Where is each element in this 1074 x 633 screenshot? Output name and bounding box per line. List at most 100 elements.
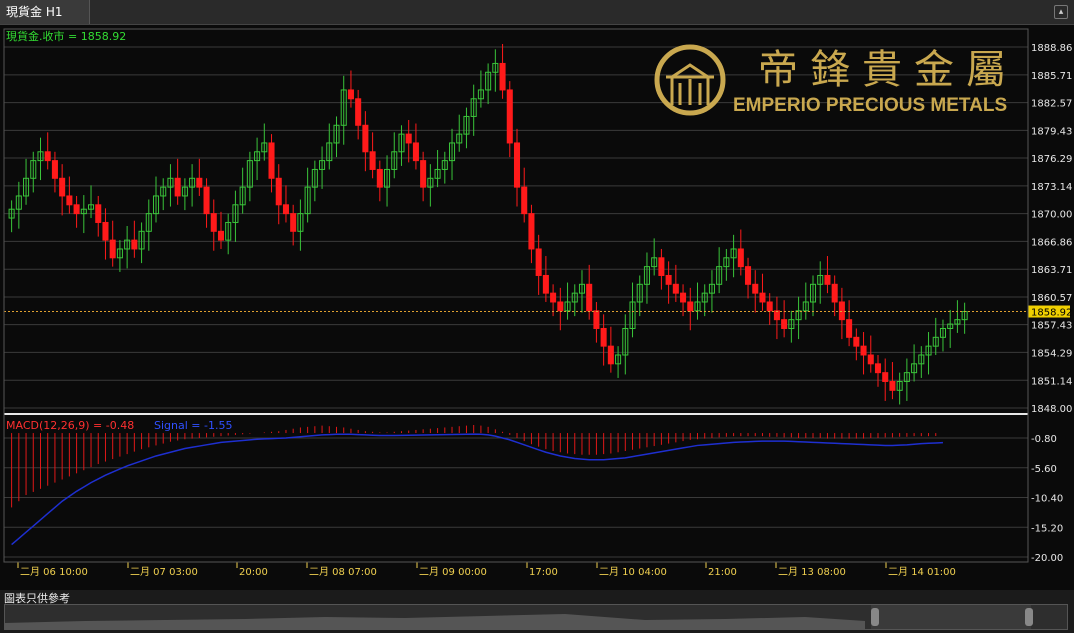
- candle-body: [44, 151, 51, 162]
- candle-body: [550, 292, 557, 303]
- candle-body: [528, 213, 535, 250]
- candle-body: [506, 89, 513, 144]
- price-legend: 現貨金.收市 = 1858.92: [6, 29, 126, 43]
- candle-body: [658, 257, 665, 276]
- candle-body: [203, 186, 210, 215]
- macd-tick-label: -15.20: [1031, 523, 1063, 534]
- candle-body: [824, 274, 831, 285]
- candle-body: [196, 177, 203, 188]
- navigator-right-handle[interactable]: [1025, 608, 1033, 626]
- candle-body: [282, 204, 289, 215]
- candle-body: [174, 177, 181, 197]
- price-tick-label: 1870.00: [1031, 210, 1072, 221]
- time-tick-label: 二月 14 01:00: [888, 566, 956, 578]
- candle-body: [874, 363, 882, 374]
- candle-body: [752, 283, 759, 294]
- chart-navigator[interactable]: [4, 604, 1068, 630]
- candle-body: [405, 133, 412, 144]
- price-tick-label: 1851.14: [1031, 376, 1072, 387]
- candle-body: [860, 345, 867, 356]
- navigator-left-handle[interactable]: [871, 608, 879, 626]
- time-tick-label: 二月 09 00:00: [419, 566, 487, 578]
- candle-body: [853, 336, 860, 347]
- candle-body: [607, 345, 614, 365]
- candle-body: [867, 354, 874, 365]
- price-tick-label: 1848.00: [1031, 404, 1072, 415]
- candle-body: [759, 292, 766, 303]
- candle-body: [51, 160, 58, 179]
- candle-body: [210, 213, 217, 232]
- candle-body: [672, 283, 679, 294]
- candle-body: [781, 319, 788, 329]
- candle-body: [557, 301, 564, 312]
- candle-body: [600, 327, 607, 347]
- price-tick-label: 1873.14: [1031, 182, 1072, 193]
- time-tick-label: 二月 10 04:00: [599, 566, 667, 578]
- candle-body: [499, 62, 506, 91]
- candle-body: [131, 239, 138, 250]
- candle-body: [513, 142, 521, 188]
- candle-body: [687, 301, 694, 312]
- candle-body: [535, 248, 542, 276]
- candle-body: [593, 310, 600, 329]
- chart-tab[interactable]: 現貨金 H1: [0, 0, 90, 24]
- chevron-up-icon[interactable]: ▴: [1054, 5, 1068, 19]
- candle-body: [268, 142, 275, 179]
- candle-body: [521, 186, 528, 215]
- candle-body: [586, 283, 593, 312]
- signal-legend: Signal = -1.55: [154, 419, 232, 432]
- time-tick-label: 21:00: [708, 567, 737, 578]
- candle-body: [542, 274, 549, 294]
- candle-body: [102, 221, 109, 241]
- candle-body: [355, 98, 362, 126]
- logo-english: EMPERIO PRECIOUS METALS: [733, 95, 1007, 116]
- macd-tick-label: -10.40: [1031, 494, 1063, 505]
- price-tick-label: 1885.71: [1031, 71, 1072, 82]
- time-tick-label: 二月 06 10:00: [20, 566, 88, 578]
- time-tick-label: 20:00: [239, 567, 268, 578]
- time-tick-label: 17:00: [529, 567, 558, 578]
- price-tick-label: 1882.57: [1031, 99, 1072, 110]
- macd-legend: MACD(12,26,9) = -0.48: [6, 419, 134, 432]
- candle-body: [275, 177, 282, 206]
- candle-body: [369, 151, 376, 170]
- macd-tick-label: -20.00: [1031, 553, 1063, 564]
- price-tick-label: 1876.29: [1031, 154, 1072, 165]
- candle-body: [376, 168, 383, 188]
- chart-area[interactable]: 1888.86 1885.71 1882.57 1879.43 1876.29 1873.…: [0, 25, 1074, 590]
- candle-body: [217, 230, 225, 241]
- candle-body: [737, 248, 744, 268]
- price-tick-label: 1854.29: [1031, 348, 1072, 359]
- candle-body: [831, 283, 838, 303]
- candle-body: [846, 319, 853, 338]
- candle-body: [362, 124, 369, 153]
- candle-body: [109, 239, 116, 259]
- price-tick-label: 1879.43: [1031, 126, 1072, 137]
- candle-body: [66, 195, 73, 206]
- logo-chinese: 帝鋒貴金屬: [758, 47, 1018, 93]
- candle-body: [889, 380, 896, 391]
- candle-body: [412, 142, 419, 162]
- candle-body: [680, 292, 687, 303]
- current-price-label: 1858.92: [1031, 308, 1072, 319]
- candle-body: [745, 266, 752, 285]
- time-tick-label: 二月 07 03:00: [130, 566, 198, 578]
- macd-tick-label: -5.60: [1031, 464, 1057, 475]
- candle-body: [838, 301, 845, 321]
- candle-body: [420, 160, 427, 188]
- candle-body: [766, 301, 773, 312]
- candle-body: [347, 89, 354, 100]
- candle-body: [882, 372, 889, 382]
- candle-body: [95, 204, 102, 223]
- candle-body: [290, 213, 297, 232]
- time-tick-label: 二月 13 08:00: [778, 566, 846, 578]
- price-tick-label: 1866.86: [1031, 237, 1072, 248]
- price-tick-label: 1860.57: [1031, 293, 1072, 304]
- time-tick-label: 二月 08 07:00: [309, 566, 377, 578]
- price-tick-label: 1863.71: [1031, 265, 1072, 276]
- candle-body: [665, 274, 672, 285]
- price-tick-label: 1888.86: [1031, 43, 1072, 54]
- price-tick-label: 1857.43: [1031, 321, 1072, 332]
- macd-tick-label: -0.80: [1031, 434, 1057, 445]
- candle-body: [73, 204, 80, 215]
